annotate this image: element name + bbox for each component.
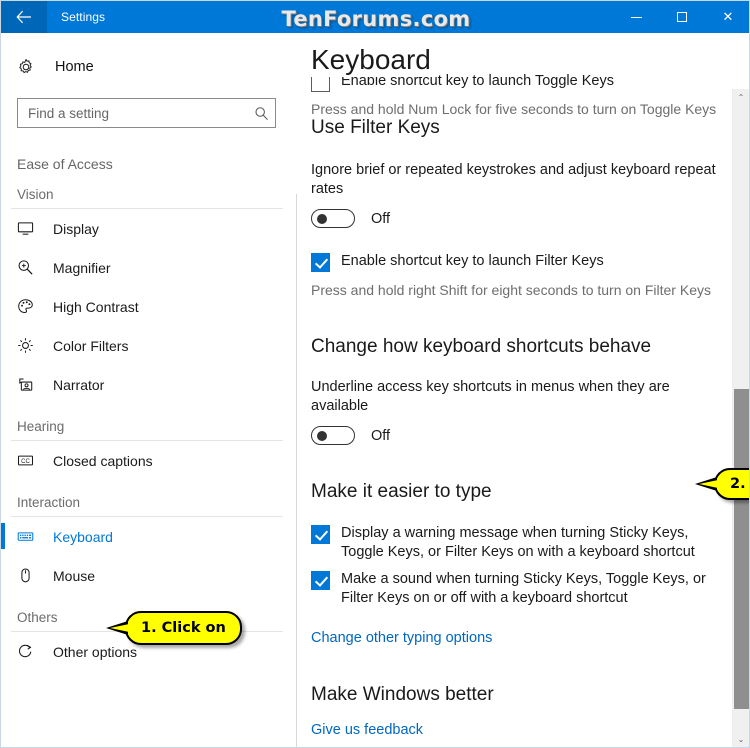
- make-sound-checkbox-row[interactable]: Make a sound when turning Sticky Keys, T…: [311, 570, 722, 608]
- filter-keys-hint: Press and hold right Shift for eight sec…: [311, 282, 711, 298]
- sidebar-item-label: Color Filters: [53, 337, 129, 354]
- caption-buttons: ✕: [613, 1, 749, 33]
- sidebar-item-label: Narrator: [53, 376, 105, 393]
- sidebar-item-closed-captions[interactable]: CC Closed captions: [1, 441, 297, 480]
- shortcuts-toggle[interactable]: [311, 426, 355, 445]
- callout-tail: [695, 477, 718, 491]
- filter-keys-shortcut-checkbox[interactable]: [311, 253, 330, 272]
- filter-keys-toggle-state: Off: [371, 210, 391, 227]
- palette-icon: [17, 298, 39, 315]
- window-title: Settings: [61, 10, 106, 24]
- shortcuts-section: Change how keyboard shortcuts behave Und…: [311, 336, 722, 445]
- sidebar-group-heading-interaction: Interaction: [17, 495, 81, 510]
- filter-keys-toggle[interactable]: [311, 209, 355, 228]
- toggle-knob: [317, 430, 327, 441]
- sidebar-item-magnifier[interactable]: Magnifier: [1, 248, 297, 287]
- easier-to-type-section: Make it easier to type Display a warning…: [311, 481, 722, 646]
- other-options-icon: [17, 643, 39, 660]
- back-button[interactable]: [1, 1, 47, 33]
- scrollbar-thumb[interactable]: [734, 389, 749, 709]
- sidebar-item-label: Closed captions: [53, 452, 153, 469]
- sidebar-item-label: Other options: [53, 643, 138, 660]
- scroll-down-button[interactable]: ⌄: [733, 731, 749, 747]
- scrollbar-track[interactable]: [733, 106, 749, 731]
- scroll-up-button[interactable]: ⌃: [733, 89, 749, 106]
- keyboard-icon: [17, 528, 39, 545]
- settings-scroll-area: Enable shortcut key to launch Toggle Key…: [297, 34, 722, 747]
- closed-captions-icon: CC: [17, 452, 39, 469]
- callout-tail: [106, 621, 129, 635]
- filter-keys-shortcut-label: Enable shortcut key to launch Filter Key…: [341, 253, 604, 269]
- shortcuts-toggle-row[interactable]: Off: [311, 426, 722, 445]
- sidebar-item-keyboard[interactable]: Keyboard: [1, 517, 297, 556]
- search-icon[interactable]: [247, 106, 275, 121]
- make-sound-label: Make a sound when turning Sticky Keys, T…: [341, 571, 706, 606]
- mouse-icon: [17, 567, 39, 584]
- sidebar-item-label: Magnifier: [53, 259, 111, 276]
- sidebar-item-narrator[interactable]: Narrator: [1, 365, 297, 404]
- filter-keys-description: Ignore brief or repeated keystrokes and …: [311, 162, 716, 197]
- sidebar-item-mouse[interactable]: Mouse: [1, 556, 297, 595]
- make-windows-better-title: Make Windows better: [311, 684, 494, 705]
- settings-window: Settings TenForums.com ✕ Home Find a set…: [0, 0, 750, 748]
- maximize-icon: [677, 12, 687, 22]
- sidebar-item-label: Keyboard: [53, 528, 113, 545]
- maximize-button[interactable]: [659, 1, 705, 33]
- magnifier-icon: [17, 259, 39, 276]
- warning-message-checkbox-row[interactable]: Display a warning message when turning S…: [311, 524, 722, 562]
- gear-icon: [17, 58, 43, 76]
- give-feedback-link[interactable]: Give us feedback: [311, 722, 722, 738]
- shortcuts-title: Change how keyboard shortcuts behave: [311, 336, 652, 357]
- minimize-icon: [630, 16, 642, 18]
- filter-keys-section: Use Filter Keys Ignore brief or repeated…: [311, 117, 722, 300]
- sidebar-category-title: Ease of Access: [17, 156, 113, 172]
- change-typing-options-link[interactable]: Change other typing options: [311, 630, 722, 646]
- minimize-button[interactable]: [613, 1, 659, 33]
- easier-to-type-title: Make it easier to type: [311, 481, 492, 502]
- callout-text: 1. Click on: [141, 620, 226, 636]
- toggle-keys-section: Enable shortcut key to launch Toggle Key…: [311, 72, 722, 119]
- warning-message-label: Display a warning message when turning S…: [341, 525, 695, 560]
- sidebar-item-label: Mouse: [53, 567, 96, 584]
- close-button[interactable]: ✕: [705, 1, 749, 33]
- monitor-icon: [17, 220, 39, 237]
- make-windows-better-section: Make Windows better Give us feedback: [311, 684, 722, 738]
- filter-keys-title: Use Filter Keys: [311, 117, 440, 138]
- make-sound-checkbox[interactable]: [311, 571, 330, 590]
- search-input[interactable]: [18, 105, 247, 121]
- sidebar-item-color-filters[interactable]: Color Filters: [1, 326, 297, 365]
- close-icon: ✕: [722, 9, 734, 25]
- main-pane: Keyboard Enable shortcut key to launch T…: [297, 34, 749, 747]
- shortcuts-description: Underline access key shortcuts in menus …: [311, 379, 670, 414]
- sidebar-item-label: Display: [53, 220, 99, 237]
- sidebar-item-display[interactable]: Display: [1, 209, 297, 248]
- page-title: Keyboard: [311, 43, 437, 77]
- svg-text:CC: CC: [21, 459, 30, 465]
- title-bar: Settings TenForums.com ✕: [1, 1, 749, 33]
- callout-text: 2. Turn On or Off: [730, 476, 749, 492]
- narrator-icon: [17, 376, 39, 393]
- vertical-scrollbar[interactable]: ⌃ ⌄: [732, 89, 749, 747]
- sidebar-group-heading-vision: Vision: [17, 187, 54, 202]
- sidebar: Home Ease of Access Vision: [1, 34, 297, 747]
- toggle-keys-hint: Press and hold Num Lock for five seconds…: [311, 101, 717, 117]
- toggle-knob: [317, 213, 327, 224]
- filter-keys-shortcut-checkbox-row[interactable]: Enable shortcut key to launch Filter Key…: [311, 252, 722, 272]
- warning-message-checkbox[interactable]: [311, 525, 330, 544]
- window-body: Home Ease of Access Vision: [1, 34, 749, 747]
- callout-turn-on-or-off: 2. Turn On or Off: [695, 468, 749, 500]
- shortcuts-toggle-state: Off: [371, 427, 391, 444]
- sidebar-home-label: Home: [55, 59, 94, 75]
- search-box[interactable]: [17, 98, 276, 128]
- sidebar-item-home[interactable]: Home: [1, 50, 297, 84]
- sidebar-item-label: High Contrast: [53, 298, 139, 315]
- sidebar-item-high-contrast[interactable]: High Contrast: [1, 287, 297, 326]
- back-arrow-icon: [16, 10, 32, 24]
- sidebar-group-heading-hearing: Hearing: [17, 419, 65, 434]
- filter-keys-toggle-row[interactable]: Off: [311, 209, 722, 228]
- callout-click-on: 1. Click on: [106, 611, 242, 645]
- brightness-icon: [17, 337, 39, 354]
